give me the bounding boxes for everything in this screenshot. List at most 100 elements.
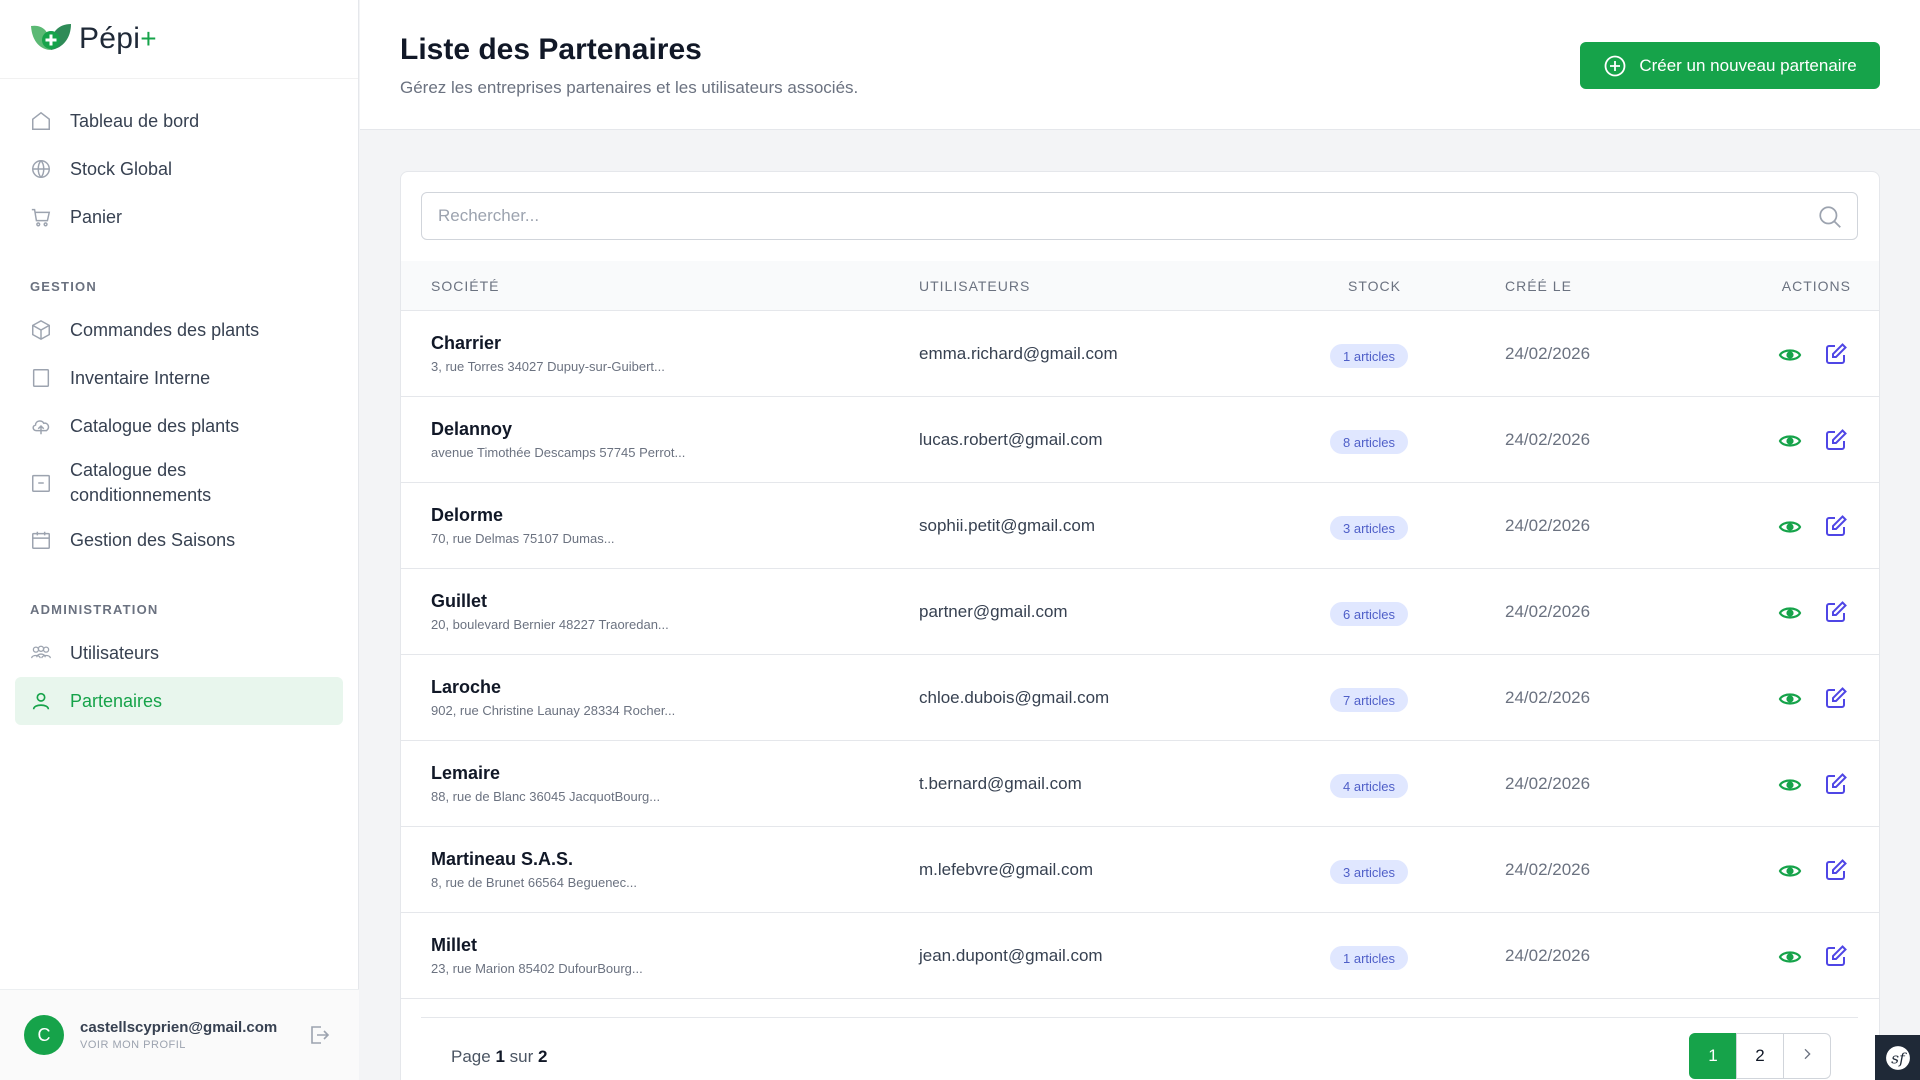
sidebar-item-utilisateurs[interactable]: Utilisateurs: [15, 629, 343, 677]
leaf-logo-icon: [29, 20, 73, 58]
partner-email: emma.richard@gmail.com: [919, 344, 1118, 363]
stock-badge: 6 articles: [1330, 602, 1409, 626]
view-eye-icon[interactable]: [1778, 429, 1802, 458]
create-partner-label: Créer un nouveau partenaire: [1639, 55, 1857, 75]
partner-name: Laroche: [431, 677, 502, 697]
partner-email: lucas.robert@gmail.com: [919, 430, 1103, 449]
search-icon[interactable]: [1817, 204, 1843, 235]
chevron-right-icon: [1799, 1046, 1815, 1067]
table-row: Delorme 70, rue Delmas 75107 Dumas... so…: [401, 483, 1879, 569]
table-row: Charrier 3, rue Torres 34027 Dupuy-sur-G…: [401, 311, 1879, 397]
edit-pencil-icon[interactable]: [1824, 600, 1848, 629]
partner-email: jean.dupont@gmail.com: [919, 946, 1103, 965]
home-icon: [30, 110, 52, 132]
table-row: Martineau S.A.S. 8, rue de Brunet 66564 …: [401, 827, 1879, 913]
partner-name: Guillet: [431, 591, 488, 611]
partner-name: Delorme: [431, 505, 504, 525]
edit-pencil-icon[interactable]: [1824, 428, 1848, 457]
partner-address: 902, rue Christine Launay 28334 Rocher..…: [431, 703, 676, 718]
edit-pencil-icon[interactable]: [1824, 944, 1848, 973]
table-body: Charrier 3, rue Torres 34027 Dupuy-sur-G…: [401, 311, 1879, 999]
table-header: SOCIÉTÉ UTILISATEURS STOCK CRÉÉ LE ACTIO…: [401, 261, 1879, 311]
calendar-icon: [30, 529, 52, 551]
stock-badge: 7 articles: [1330, 688, 1409, 712]
next-page-button[interactable]: [1783, 1033, 1831, 1079]
partner-address: 8, rue de Brunet 66564 Beguenec...: [431, 875, 637, 890]
sidebar-nav: Tableau de bord Stock Global Panier GEST…: [0, 79, 358, 725]
edit-pencil-icon[interactable]: [1824, 772, 1848, 801]
view-eye-icon[interactable]: [1778, 601, 1802, 630]
partner-address: 70, rue Delmas 75107 Dumas...: [431, 531, 615, 546]
table-row: Millet 23, rue Marion 85402 DufourBourg.…: [401, 913, 1879, 999]
view-eye-icon[interactable]: [1778, 515, 1802, 544]
sidebar: Pépi+ Tableau de bord Stock Global Panie…: [0, 0, 359, 1080]
column-header-cree-le[interactable]: CRÉÉ LE: [1505, 278, 1572, 294]
section-title-gestion: GESTION: [30, 279, 97, 294]
created-date: 24/02/2026: [1505, 430, 1591, 449]
created-date: 24/02/2026: [1505, 344, 1591, 363]
users-icon: [30, 642, 52, 664]
globe-icon: [30, 158, 52, 180]
created-date: 24/02/2026: [1505, 516, 1591, 535]
page-subtitle: Gérez les entreprises partenaires et les…: [400, 78, 859, 97]
partner-address: 88, rue de Blanc 36045 JacquotBourg...: [431, 789, 661, 804]
page-info: Page 1 sur 2: [451, 1047, 548, 1066]
column-header-stock[interactable]: STOCK: [1348, 278, 1401, 294]
view-eye-icon[interactable]: [1778, 773, 1802, 802]
symfony-toolbar-icon[interactable]: sf: [1875, 1035, 1920, 1080]
created-date: 24/02/2026: [1505, 946, 1591, 965]
sidebar-item-catalogue-conditionnements[interactable]: Catalogue des conditionnements: [15, 450, 343, 516]
edit-pencil-icon[interactable]: [1824, 514, 1848, 543]
view-profile-link[interactable]: VOIR MON PROFIL: [80, 1039, 277, 1051]
pagination: 1 2: [1689, 1033, 1831, 1079]
partner-email: partner@gmail.com: [919, 602, 1068, 621]
view-eye-icon[interactable]: [1778, 343, 1802, 372]
avatar[interactable]: C: [24, 1015, 64, 1055]
sidebar-item-inventaire[interactable]: Inventaire Interne: [15, 354, 343, 402]
sidebar-item-stock-global[interactable]: Stock Global: [15, 145, 343, 193]
sidebar-item-partenaires[interactable]: Partenaires: [15, 677, 343, 725]
sidebar-item-commandes[interactable]: Commandes des plants: [15, 306, 343, 354]
search-input[interactable]: [422, 193, 1857, 239]
view-eye-icon[interactable]: [1778, 945, 1802, 974]
column-header-utilisateurs[interactable]: UTILISATEURS: [919, 278, 1030, 294]
edit-pencil-icon[interactable]: [1824, 858, 1848, 887]
package-icon: [30, 472, 52, 494]
partner-email: chloe.dubois@gmail.com: [919, 688, 1110, 707]
table-row: Delannoy avenue Timothée Descamps 57745 …: [401, 397, 1879, 483]
column-header-societe[interactable]: SOCIÉTÉ: [431, 278, 499, 294]
logout-icon[interactable]: [307, 1023, 331, 1052]
sidebar-item-saisons[interactable]: Gestion des Saisons: [15, 516, 343, 564]
create-partner-button[interactable]: Créer un nouveau partenaire: [1580, 42, 1880, 89]
cart-icon: [30, 206, 52, 228]
partner-name: Delannoy: [431, 419, 513, 439]
pagination-divider: [421, 1017, 1858, 1018]
search-box: [421, 192, 1858, 240]
partner-address: 20, boulevard Bernier 48227 Traoredan...: [431, 617, 669, 632]
edit-pencil-icon[interactable]: [1824, 686, 1848, 715]
table-row: Laroche 902, rue Christine Launay 28334 …: [401, 655, 1879, 741]
partner-address: 23, rue Marion 85402 DufourBourg...: [431, 961, 643, 976]
app-logo[interactable]: Pépi+: [0, 0, 358, 79]
stock-badge: 3 articles: [1330, 516, 1409, 540]
box-icon: [30, 319, 52, 341]
sidebar-item-catalogue-plants[interactable]: Catalogue des plants: [15, 402, 343, 450]
page-title: Liste des Partenaires: [400, 33, 702, 66]
square-icon: [30, 367, 52, 389]
column-header-actions: ACTIONS: [1781, 277, 1851, 294]
partner-address: avenue Timothée Descamps 57745 Perrot...: [431, 445, 686, 460]
view-eye-icon[interactable]: [1778, 687, 1802, 716]
sidebar-item-dashboard[interactable]: Tableau de bord: [15, 97, 343, 145]
view-eye-icon[interactable]: [1778, 859, 1802, 888]
page-button-2[interactable]: 2: [1736, 1033, 1784, 1079]
page-button-1[interactable]: 1: [1689, 1033, 1737, 1079]
created-date: 24/02/2026: [1505, 860, 1591, 879]
sidebar-item-panier[interactable]: Panier: [15, 193, 343, 241]
plus-circle-icon: [1603, 54, 1627, 78]
edit-pencil-icon[interactable]: [1824, 342, 1848, 371]
partner-name: Lemaire: [431, 763, 501, 783]
partner-name: Millet: [431, 935, 478, 955]
app-name: Pépi+: [79, 22, 157, 55]
partner-address: 3, rue Torres 34027 Dupuy-sur-Guibert...: [431, 359, 665, 374]
section-title-administration: ADMINISTRATION: [30, 602, 159, 617]
